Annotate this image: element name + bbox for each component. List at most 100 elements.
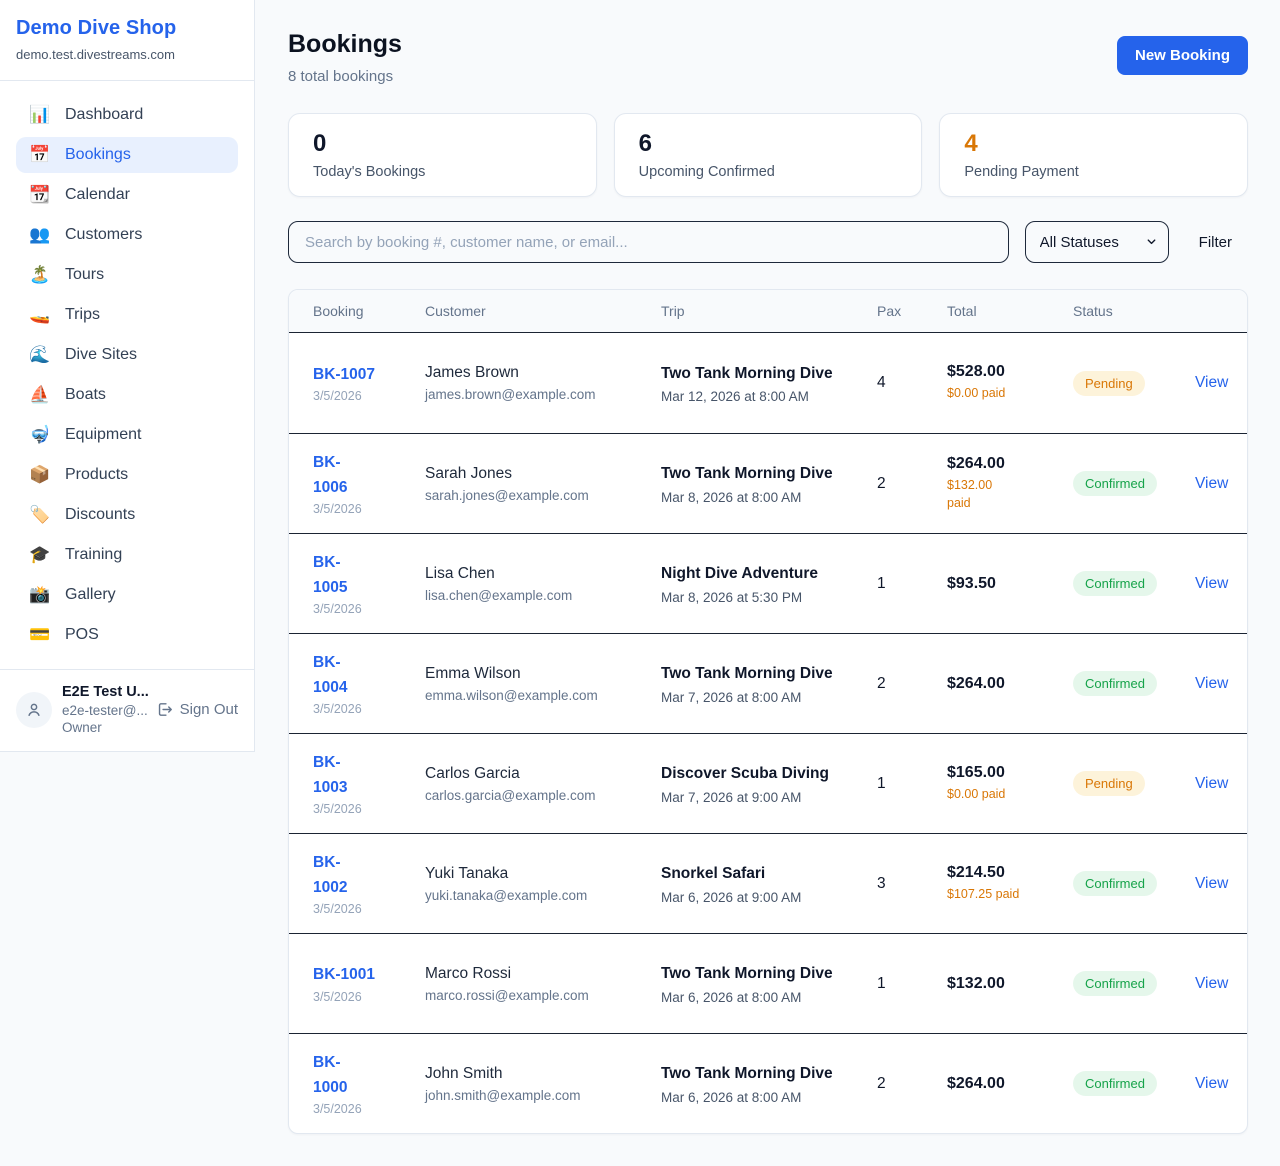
calendar-icon: 📅	[29, 147, 51, 164]
trip-name: Two Tank Morning Dive	[661, 962, 833, 986]
customer-cell: John Smith john.smith@example.com	[425, 1065, 661, 1103]
view-link[interactable]: View	[1195, 475, 1228, 492]
sidebar-item-trips[interactable]: 🚤 Trips	[16, 297, 238, 333]
total-cell: $264.00 $132.00paid	[947, 455, 1073, 512]
customer-name: James Brown	[425, 364, 661, 382]
graduation-cap-icon: 🎓	[29, 547, 51, 564]
sidebar-header: Demo Dive Shop demo.test.divestreams.com	[0, 0, 254, 81]
booking-date: 3/5/2026	[313, 702, 425, 716]
status-cell: Confirmed	[1073, 471, 1195, 496]
sidebar-item-training[interactable]: 🎓 Training	[16, 537, 238, 573]
view-link[interactable]: View	[1195, 875, 1228, 892]
sidebar-item-equipment[interactable]: 🤿 Equipment	[16, 417, 238, 453]
user-meta: E2E Test U... e2e-tester@... Owner	[62, 684, 146, 735]
paid-amount: $107.25 paid	[947, 885, 1025, 903]
total-amount: $264.00	[947, 675, 1073, 693]
search-input[interactable]	[288, 221, 1009, 263]
sidebar-item-dive-sites[interactable]: 🌊 Dive Sites	[16, 337, 238, 373]
stat-label: Today's Bookings	[313, 164, 572, 180]
customer-email: carlos.garcia@example.com	[425, 788, 661, 803]
sidebar-item-dashboard[interactable]: 📊 Dashboard	[16, 97, 238, 133]
customer-email: lisa.chen@example.com	[425, 588, 661, 603]
speedboat-icon: 🚤	[29, 307, 51, 324]
credit-card-icon: 💳	[29, 627, 51, 644]
view-link[interactable]: View	[1195, 675, 1228, 692]
customer-name: Yuki Tanaka	[425, 865, 661, 883]
booking-number-link[interactable]: BK-1000	[313, 1051, 425, 1099]
actions-cell: View	[1195, 374, 1235, 392]
view-link[interactable]: View	[1195, 374, 1228, 391]
booking-number-link[interactable]: BK-1007	[313, 363, 425, 387]
booking-number-link[interactable]: BK-1004	[313, 651, 425, 699]
sidebar-item-discounts[interactable]: 🏷️ Discounts	[16, 497, 238, 533]
actions-cell: View	[1195, 875, 1235, 893]
customer-name: Sarah Jones	[425, 465, 661, 483]
view-link[interactable]: View	[1195, 1075, 1228, 1092]
trip-datetime: Mar 8, 2026 at 5:30 PM	[661, 590, 877, 605]
sidebar-item-boats[interactable]: ⛵ Boats	[16, 377, 238, 413]
customer-cell: Lisa Chen lisa.chen@example.com	[425, 565, 661, 603]
paid-amount: $0.00 paid	[947, 384, 1025, 402]
booking-cell: BK-1003 3/5/2026	[313, 751, 425, 815]
booking-date: 3/5/2026	[313, 902, 425, 916]
status-badge: Confirmed	[1073, 971, 1157, 996]
customer-name: John Smith	[425, 1065, 661, 1083]
booking-number-link[interactable]: BK-1005	[313, 551, 425, 599]
column-header-booking: Booking	[313, 303, 425, 319]
column-header-status: Status	[1073, 303, 1195, 319]
status-badge: Confirmed	[1073, 871, 1157, 896]
view-link[interactable]: View	[1195, 575, 1228, 592]
sidebar-item-products[interactable]: 📦 Products	[16, 457, 238, 493]
booking-date: 3/5/2026	[313, 1102, 425, 1116]
customer-name: Emma Wilson	[425, 665, 661, 683]
sidebar-item-tours[interactable]: 🏝️ Tours	[16, 257, 238, 293]
table-body: BK-1007 3/5/2026 James Brown james.brown…	[289, 333, 1247, 1133]
page-header-text: Bookings 8 total bookings	[288, 30, 402, 85]
booking-cell: BK-1005 3/5/2026	[313, 551, 425, 615]
booking-date: 3/5/2026	[313, 502, 425, 516]
view-link[interactable]: View	[1195, 975, 1228, 992]
total-cell: $264.00	[947, 675, 1073, 693]
sidebar-item-bookings[interactable]: 📅 Bookings	[16, 137, 238, 173]
trip-cell: Two Tank Morning Dive Mar 8, 2026 at 8:0…	[661, 462, 877, 504]
customer-email: john.smith@example.com	[425, 1088, 661, 1103]
sidebar-item-pos[interactable]: 💳 POS	[16, 617, 238, 653]
bookings-table: Booking Customer Trip Pax Total Status B…	[288, 289, 1248, 1134]
stat-value: 4	[964, 131, 1223, 157]
user-name: E2E Test U...	[62, 684, 146, 700]
booking-number-link[interactable]: BK-1002	[313, 851, 425, 899]
pax-count: 2	[877, 475, 947, 493]
filter-button[interactable]: Filter	[1199, 234, 1232, 251]
column-header-customer: Customer	[425, 303, 661, 319]
table-row: BK-1007 3/5/2026 James Brown james.brown…	[289, 333, 1247, 433]
table-row: BK-1001 3/5/2026 Marco Rossi marco.rossi…	[289, 933, 1247, 1033]
booking-number-link[interactable]: BK-1001	[313, 963, 425, 987]
sign-out-button[interactable]: Sign Out	[156, 701, 238, 718]
customer-name: Marco Rossi	[425, 965, 661, 983]
booking-date: 3/5/2026	[313, 990, 425, 1004]
table-header-row: Booking Customer Trip Pax Total Status	[289, 290, 1247, 333]
booking-number-link[interactable]: BK-1006	[313, 451, 425, 499]
sidebar-item-label: Training	[65, 546, 122, 564]
stat-label: Pending Payment	[964, 164, 1223, 180]
status-cell: Confirmed	[1073, 1071, 1195, 1096]
booking-number-link[interactable]: BK-1003	[313, 751, 425, 799]
total-amount: $264.00	[947, 1075, 1073, 1093]
view-link[interactable]: View	[1195, 775, 1228, 792]
total-amount: $93.50	[947, 575, 1073, 593]
stat-card-pending-payment: 4 Pending Payment	[939, 113, 1248, 197]
sidebar-item-calendar[interactable]: 📆 Calendar	[16, 177, 238, 213]
table-row: BK-1004 3/5/2026 Emma Wilson emma.wilson…	[289, 633, 1247, 733]
sidebar-item-label: Bookings	[65, 146, 131, 164]
table-row: BK-1002 3/5/2026 Yuki Tanaka yuki.tanaka…	[289, 833, 1247, 933]
total-cell: $165.00 $0.00 paid	[947, 764, 1073, 803]
status-filter-select[interactable]: All Statuses	[1025, 221, 1169, 263]
trip-datetime: Mar 12, 2026 at 8:00 AM	[661, 389, 877, 404]
customer-email: marco.rossi@example.com	[425, 988, 661, 1003]
sidebar-item-label: Trips	[65, 306, 100, 324]
new-booking-button[interactable]: New Booking	[1117, 36, 1248, 75]
sidebar-item-label: Dive Sites	[65, 346, 137, 364]
sidebar-item-gallery[interactable]: 📸 Gallery	[16, 577, 238, 613]
sidebar-item-customers[interactable]: 👥 Customers	[16, 217, 238, 253]
sidebar-item-label: Boats	[65, 386, 106, 404]
